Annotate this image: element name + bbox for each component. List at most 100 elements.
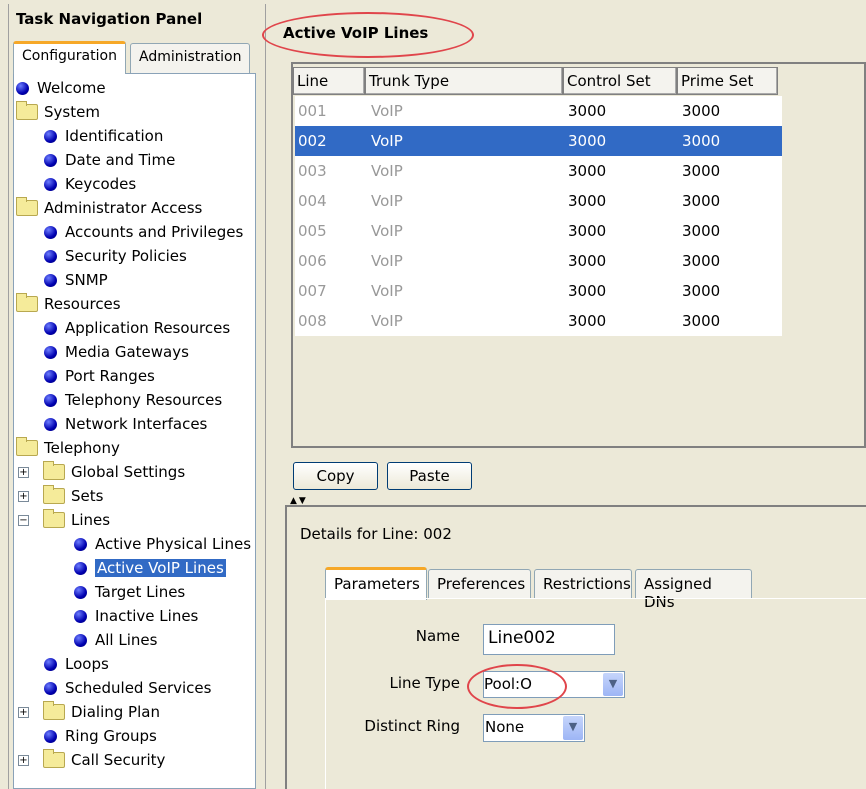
- table-cell: 002: [298, 132, 327, 150]
- tree-item-label: Call Security: [71, 751, 166, 769]
- collapse-icon[interactable]: −: [18, 514, 29, 526]
- table-cell: 006: [298, 252, 327, 270]
- tree-item[interactable]: Network Interfaces: [44, 413, 207, 435]
- name-input[interactable]: Line002: [483, 624, 615, 655]
- tree-item[interactable]: SNMP: [44, 269, 108, 291]
- table-cell: VoIP: [371, 132, 403, 150]
- bullet-icon: [44, 369, 57, 383]
- tree-item[interactable]: Welcome: [16, 77, 106, 99]
- tree-item[interactable]: Security Policies: [44, 245, 187, 267]
- tree-item[interactable]: + Call Security: [18, 749, 165, 771]
- table-cell: VoIP: [371, 162, 403, 180]
- expand-icon[interactable]: +: [18, 754, 29, 766]
- table-row[interactable]: 002 VoIP 3000 3000: [295, 126, 782, 156]
- table-row[interactable]: 007 VoIP 3000 3000: [295, 276, 782, 306]
- table-cell: 3000: [682, 252, 721, 270]
- tree-item[interactable]: Ring Groups: [44, 725, 157, 747]
- tree-item-label: Telephony Resources: [65, 391, 223, 409]
- tree-item-label: Security Policies: [65, 247, 187, 265]
- chevron-down-icon[interactable]: ▼: [563, 716, 583, 740]
- tree-item-label: Dialing Plan: [71, 703, 160, 721]
- tree-item-label: Welcome: [37, 79, 106, 97]
- distinct-ring-value: None: [485, 718, 525, 736]
- expand-icon[interactable]: +: [18, 706, 29, 718]
- table-cell: 3000: [568, 222, 607, 240]
- annotation-ellipse: [467, 664, 567, 709]
- table-row[interactable]: 003 VoIP 3000 3000: [295, 156, 782, 186]
- table-row[interactable]: 005 VoIP 3000 3000: [295, 216, 782, 246]
- tree-item-label: Date and Time: [65, 151, 176, 169]
- tree-item[interactable]: Identification: [44, 125, 163, 147]
- tree-item[interactable]: − Lines: [18, 509, 110, 531]
- table-row[interactable]: 001 VoIP 3000 3000: [295, 96, 782, 126]
- tree-item[interactable]: + Global Settings: [18, 461, 185, 483]
- tree-item[interactable]: Application Resources: [44, 317, 230, 339]
- column-header-line[interactable]: Line: [293, 67, 365, 95]
- column-header-trunk-type[interactable]: Trunk Type: [365, 67, 563, 95]
- bullet-icon: [74, 609, 87, 623]
- table-row[interactable]: 004 VoIP 3000 3000: [295, 186, 782, 216]
- tree-item[interactable]: Accounts and Privileges: [44, 221, 243, 243]
- table-row[interactable]: 008 VoIP 3000 3000: [295, 306, 782, 336]
- folder-icon: [16, 101, 38, 120]
- paste-button[interactable]: Paste: [387, 462, 472, 490]
- table-cell: 3000: [568, 132, 607, 150]
- bullet-icon: [44, 729, 57, 743]
- tree-item[interactable]: Target Lines: [74, 581, 185, 603]
- tab-administration[interactable]: Administration: [130, 43, 251, 73]
- tree-item[interactable]: Scheduled Services: [44, 677, 211, 699]
- nav-title: Task Navigation Panel: [16, 10, 203, 28]
- bullet-icon: [44, 273, 57, 287]
- tab-restrictions[interactable]: Restrictions: [534, 569, 632, 599]
- folder-icon: [16, 293, 38, 312]
- tree-item[interactable]: Telephony Resources: [44, 389, 222, 411]
- tree-item-label: Media Gateways: [65, 343, 189, 361]
- expand-icon[interactable]: +: [18, 490, 29, 502]
- bullet-icon: [44, 177, 57, 191]
- tree-item[interactable]: Loops: [44, 653, 109, 675]
- tab-preferences[interactable]: Preferences: [428, 569, 531, 599]
- tree-item-label: Scheduled Services: [65, 679, 212, 697]
- expand-icon[interactable]: +: [18, 466, 29, 478]
- tree-item-label: Identification: [65, 127, 164, 145]
- chevron-down-icon[interactable]: ▼: [603, 673, 623, 696]
- tab-parameters[interactable]: Parameters: [325, 567, 427, 600]
- folder-icon: [16, 437, 38, 456]
- tree-item-label: Application Resources: [65, 319, 231, 337]
- tree-item[interactable]: System: [16, 101, 100, 123]
- tree-item[interactable]: Administrator Access: [16, 197, 202, 219]
- copy-button[interactable]: Copy: [293, 462, 378, 490]
- tree-item[interactable]: Active Physical Lines: [74, 533, 251, 555]
- tree-item-label: Telephony: [44, 439, 120, 457]
- table-row[interactable]: 006 VoIP 3000 3000: [295, 246, 782, 276]
- bullet-icon: [74, 537, 87, 551]
- distinct-ring-select[interactable]: None ▼: [483, 714, 585, 742]
- table-cell: 008: [298, 312, 327, 330]
- table-cell: 3000: [568, 252, 607, 270]
- tree-item[interactable]: + Dialing Plan: [18, 701, 160, 723]
- name-label: Name: [415, 627, 460, 645]
- column-header-prime-set[interactable]: Prime Set: [677, 67, 778, 95]
- column-header-control-set[interactable]: Control Set: [563, 67, 677, 95]
- bullet-icon: [16, 81, 29, 95]
- tree-item[interactable]: + Sets: [18, 485, 103, 507]
- table-cell: VoIP: [371, 252, 403, 270]
- bullet-icon: [44, 417, 57, 431]
- tree-item[interactable]: Resources: [16, 293, 121, 315]
- tree-item[interactable]: Port Ranges: [44, 365, 155, 387]
- tree-item[interactable]: Media Gateways: [44, 341, 189, 363]
- tree-item[interactable]: Inactive Lines: [74, 605, 198, 627]
- tree-item-label: Administrator Access: [44, 199, 203, 217]
- tree-item-label: Global Settings: [71, 463, 186, 481]
- tree-item[interactable]: Date and Time: [44, 149, 175, 171]
- tree-item[interactable]: Active VoIP Lines: [74, 557, 226, 579]
- line-type-label: Line Type: [389, 674, 460, 692]
- tree-item[interactable]: Telephony: [16, 437, 120, 459]
- table-cell: 3000: [682, 192, 721, 210]
- tree-item[interactable]: Keycodes: [44, 173, 136, 195]
- table-cell: VoIP: [371, 282, 403, 300]
- tab-assigned-dns[interactable]: Assigned DNs: [635, 569, 752, 611]
- tree-item[interactable]: All Lines: [74, 629, 157, 651]
- tab-configuration[interactable]: Configuration: [13, 41, 126, 74]
- bullet-icon: [44, 249, 57, 263]
